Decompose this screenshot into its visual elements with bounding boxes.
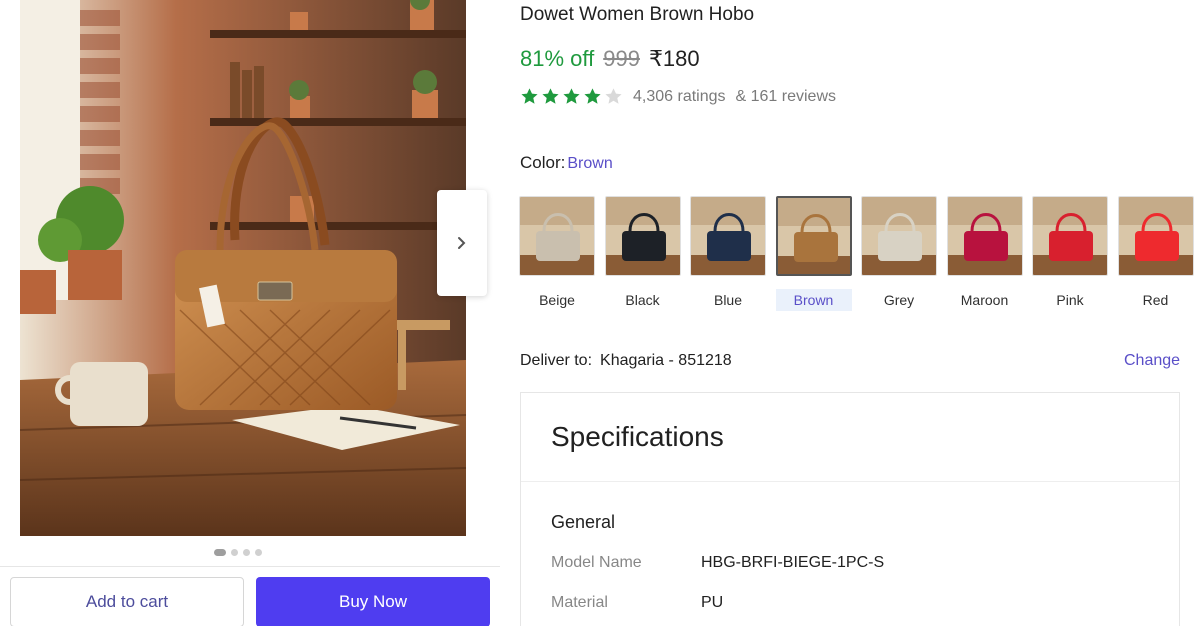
- color-swatch-red[interactable]: Red: [1117, 196, 1194, 311]
- color-swatch-beige[interactable]: Beige: [519, 196, 595, 311]
- color-swatch-blue[interactable]: Blue: [690, 196, 766, 311]
- spec-group-title: General: [551, 512, 616, 532]
- price-row: 81% off 999 ₹180: [520, 46, 700, 72]
- reviews-count: & 161 reviews: [735, 87, 837, 105]
- color-swatch-black[interactable]: Black: [604, 196, 681, 311]
- selected-color: Brown: [567, 155, 613, 172]
- divider: [521, 481, 1179, 482]
- divider: [0, 566, 500, 567]
- change-location-link[interactable]: Change: [1124, 352, 1180, 370]
- swatch-thumbnail: [946, 196, 1023, 276]
- selling-price: ₹180: [648, 46, 700, 71]
- swatch-label: Beige: [539, 292, 575, 308]
- specifications-title: Specifications: [551, 421, 724, 452]
- star-icon: [605, 88, 622, 104]
- swatch-thumbnail: [775, 196, 852, 276]
- swatch-thumbnail: [519, 196, 595, 276]
- product-image[interactable]: [20, 0, 466, 536]
- next-image-button[interactable]: [437, 190, 487, 296]
- delivery-location: Khagaria - 851218: [600, 352, 732, 369]
- color-swatch-pink[interactable]: Pink: [1032, 196, 1108, 311]
- swatch-label: Blue: [713, 292, 743, 308]
- specifications-card: Specifications General Model Name HBG-BR…: [520, 392, 1180, 626]
- delivery-row: Deliver to: Khagaria - 851218: [520, 352, 732, 370]
- swatch-label: Red: [1142, 292, 1169, 308]
- color-swatch-brown[interactable]: Brown: [775, 196, 852, 311]
- product-gallery: Add to cart Buy Now: [0, 0, 500, 626]
- rating-stars: [520, 87, 623, 106]
- ratings-count: 4,306 ratings: [633, 87, 726, 105]
- swatch-label: Grey: [883, 292, 915, 308]
- rating-row[interactable]: 4,306 ratings & 161 reviews: [520, 87, 836, 106]
- swatch-label: Brown: [775, 289, 852, 311]
- swatch-label: Black: [625, 292, 660, 308]
- image-pagination-dots: [214, 549, 262, 556]
- star-icon: [563, 88, 580, 104]
- add-to-cart-button[interactable]: Add to cart: [10, 577, 244, 626]
- product-photo: [20, 0, 466, 536]
- pagination-dot[interactable]: [214, 549, 226, 556]
- star-icon: [542, 88, 559, 104]
- spec-row: Model Name HBG-BRFI-BIEGE-1PC-S: [551, 554, 884, 572]
- deliver-label: Deliver to:: [520, 352, 593, 369]
- swatch-thumbnail: [861, 196, 937, 276]
- color-swatches: Beige Black Blue Brown Grey Maroon Pink Red: [519, 196, 1200, 316]
- spec-value: PU: [701, 594, 724, 611]
- star-icon: [584, 88, 601, 104]
- product-title: Dowet Women Brown Hobo: [520, 4, 755, 25]
- pagination-dot[interactable]: [243, 549, 250, 556]
- buy-now-button[interactable]: Buy Now: [256, 577, 490, 626]
- swatch-thumbnail: [1117, 196, 1194, 276]
- star-icon: [521, 88, 538, 104]
- swatch-thumbnail: [690, 196, 766, 276]
- original-price: 999: [603, 46, 640, 71]
- spec-key: Material: [551, 594, 608, 611]
- spec-key: Model Name: [551, 554, 642, 571]
- spec-row: Material PU: [551, 594, 723, 612]
- color-label: Color:: [520, 153, 566, 172]
- swatch-label: Pink: [1056, 292, 1084, 308]
- pagination-dot[interactable]: [231, 549, 238, 556]
- swatch-thumbnail: [604, 196, 681, 276]
- color-swatch-maroon[interactable]: Maroon: [946, 196, 1023, 311]
- discount-percent: 81% off: [520, 46, 595, 71]
- color-swatch-grey[interactable]: Grey: [861, 196, 937, 311]
- swatch-label: Maroon: [960, 292, 1009, 308]
- chevron-right-icon: [458, 237, 466, 249]
- pagination-dot[interactable]: [255, 549, 262, 556]
- color-selector-label: Color: Brown: [520, 153, 613, 173]
- swatch-thumbnail: [1032, 196, 1108, 276]
- spec-value: HBG-BRFI-BIEGE-1PC-S: [701, 554, 885, 571]
